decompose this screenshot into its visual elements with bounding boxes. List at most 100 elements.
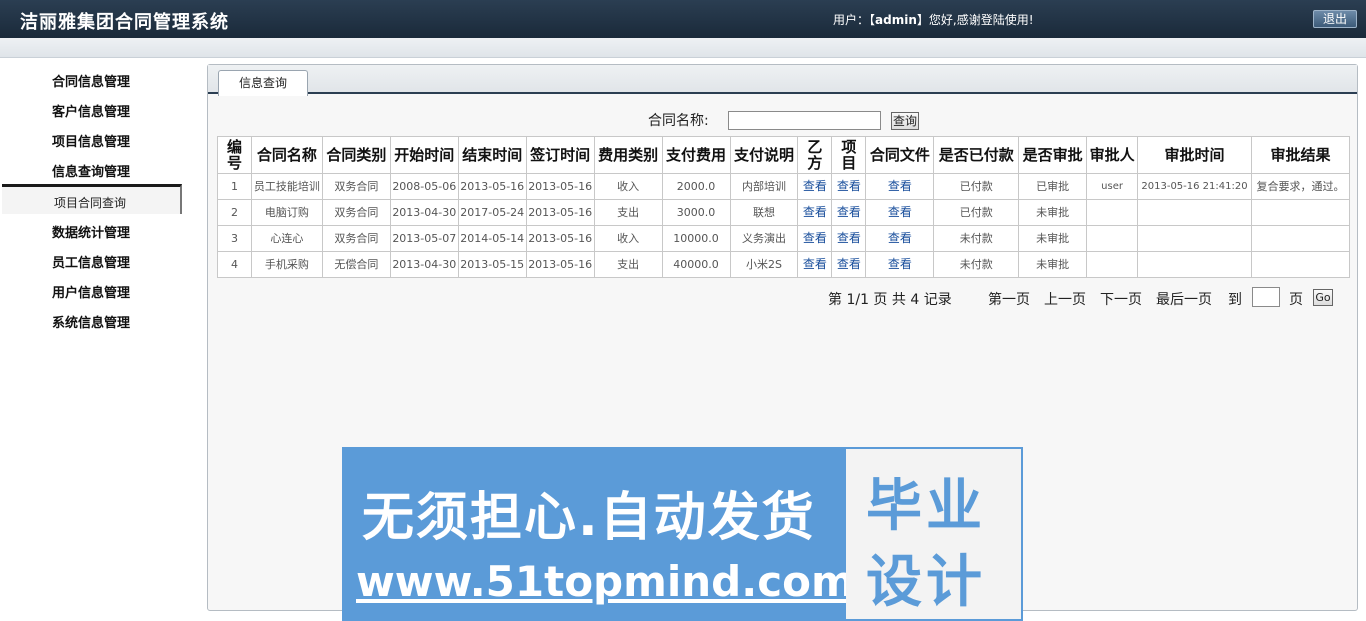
column-header: 是否审批 [1018,136,1088,174]
banner-badge: 毕业 设计 [846,449,1021,619]
pager-info: 第 1/1 页 共 4 记录 [828,292,952,308]
logout-button[interactable]: 退出 [1313,10,1357,28]
table-cell: 2013-05-16 [525,251,595,278]
app-header: 洁丽雅集团合同管理系统 用户：【admin】您好,感谢登陆使用! 退出 [0,0,1366,38]
pager-prev[interactable]: 上一页 [1044,289,1086,309]
contract-table: 编号 合同名称 合同类别 开始时间 结束时间 签订时间 费用类别 支付费用 支付说明 乙方 项目 合同… [217,136,1351,278]
view-link[interactable]: 查看 [865,173,935,200]
sidebar-item-user[interactable]: 用户信息管理 [52,282,130,301]
view-link[interactable]: 查看 [831,251,867,278]
column-header: 合同名称 [250,136,323,174]
table-cell: 手机采购 [250,251,323,278]
table-cell [1137,251,1252,278]
column-header: 支付说明 [729,136,799,174]
table-cell: 心连心 [250,225,323,252]
table-cell: 3000.0 [661,199,731,226]
sidebar-item-employee[interactable]: 员工信息管理 [52,252,130,271]
table-cell [1137,199,1252,226]
table-cell: 2013-05-07 [389,225,459,252]
table-cell: 2008-05-06 [389,173,459,200]
table-cell [1137,225,1252,252]
contract-name-input[interactable] [728,111,881,130]
user-suffix: 】您好,感谢登陆使用! [916,13,1034,27]
column-header: 审批结果 [1250,136,1351,174]
column-header: 结束时间 [457,136,527,174]
table-cell: 2013-04-30 [389,199,459,226]
pager-goto-suffix: 页 [1289,292,1303,308]
table-cell: 小米2S [729,251,799,278]
sidebar-item-contract[interactable]: 合同信息管理 [52,71,130,90]
table-row: 2 电脑订购 双务合同 2013-04-30 2017-05-24 2013-05-16 支… [217,199,1351,226]
column-header: 合同类别 [321,136,391,174]
view-link[interactable]: 查看 [797,199,833,226]
table-cell: 电脑订购 [250,199,323,226]
tab-info-query[interactable]: 信息查询 [218,70,308,96]
table-cell: 员工技能培训 [250,173,323,200]
table-cell: 2013-05-16 [525,173,595,200]
table-cell: 复合要求，通过。 [1250,173,1351,200]
pager-last[interactable]: 最后一页 [1156,289,1212,309]
column-header: 签订时间 [525,136,595,174]
table-cell: 联想 [729,199,799,226]
table-cell: 2013-05-16 [457,173,527,200]
table-cell [1086,199,1139,226]
table-cell: 内部培训 [729,173,799,200]
column-header: 审批人 [1086,136,1139,174]
search-label: 合同名称: [648,113,709,129]
table-cell: 已付款 [933,199,1020,226]
sidebar-subitem-project-contract-query[interactable]: 项目合同查询 [2,184,182,214]
table-cell: 已审批 [1018,173,1088,200]
sidebar-item-system[interactable]: 系统信息管理 [52,312,130,331]
table-cell: 未付款 [933,225,1020,252]
column-header: 费用类别 [593,136,663,174]
table-cell [1250,251,1351,278]
sidebar-item-statistics[interactable]: 数据统计管理 [52,222,130,241]
watermark-banner: 无须担心.自动发货 www.51topmind.com 毕业 设计 [342,447,1023,621]
table-header-row: 编号 合同名称 合同类别 开始时间 结束时间 签订时间 费用类别 支付费用 支付说明 乙方 项目 合同… [217,136,1351,174]
sidebar-item-customer[interactable]: 客户信息管理 [52,101,130,120]
table-cell: 义务演出 [729,225,799,252]
search-button[interactable]: 查询 [891,112,919,130]
tab-bar: 信息查询 [208,65,1357,96]
table-row: 4 手机采购 无偿合同 2013-04-30 2013-05-15 2013-05-16 支… [217,251,1351,278]
banner-url: www.51topmind.com [356,557,855,606]
pager-next[interactable]: 下一页 [1100,289,1142,309]
table-cell: 未审批 [1018,225,1088,252]
table-cell: 未审批 [1018,251,1088,278]
table-cell: 2013-05-16 21:41:20 [1137,173,1252,200]
table-cell: 已付款 [933,173,1020,200]
view-link[interactable]: 查看 [797,225,833,252]
table-row: 1 员工技能培训 双务合同 2008-05-06 2013-05-16 2013-05-1… [217,173,1351,200]
table-cell: user [1086,173,1139,200]
table-cell: 1 [217,173,252,200]
column-header: 是否已付款 [933,136,1020,174]
banner-badge-line2: 设计 [866,550,986,615]
view-link[interactable]: 查看 [865,225,935,252]
view-link[interactable]: 查看 [831,173,867,200]
go-button[interactable]: Go [1313,289,1333,306]
header-subbar [0,38,1366,58]
user-prefix: 用户：【 [833,13,876,27]
view-link[interactable]: 查看 [865,251,935,278]
sidebar-item-query[interactable]: 信息查询管理 [52,161,130,180]
column-header: 项目 [831,136,867,174]
table-cell: 2 [217,199,252,226]
view-link[interactable]: 查看 [831,225,867,252]
table-cell [1086,251,1139,278]
table-cell: 未付款 [933,251,1020,278]
view-link[interactable]: 查看 [831,199,867,226]
column-header: 乙方 [797,136,833,174]
view-link[interactable]: 查看 [797,251,833,278]
page-number-input[interactable] [1252,287,1280,307]
view-link[interactable]: 查看 [797,173,833,200]
sidebar-item-project[interactable]: 项目信息管理 [52,131,130,150]
table-cell: 未审批 [1018,199,1088,226]
pager-first[interactable]: 第一页 [988,289,1030,309]
table-cell: 双务合同 [321,173,391,200]
view-link[interactable]: 查看 [865,199,935,226]
user-greeting: 用户：【admin】您好,感谢登陆使用! [833,11,1034,28]
table-cell: 10000.0 [661,225,731,252]
table-cell [1250,199,1351,226]
table-cell: 双务合同 [321,199,391,226]
table-cell: 支出 [593,251,663,278]
